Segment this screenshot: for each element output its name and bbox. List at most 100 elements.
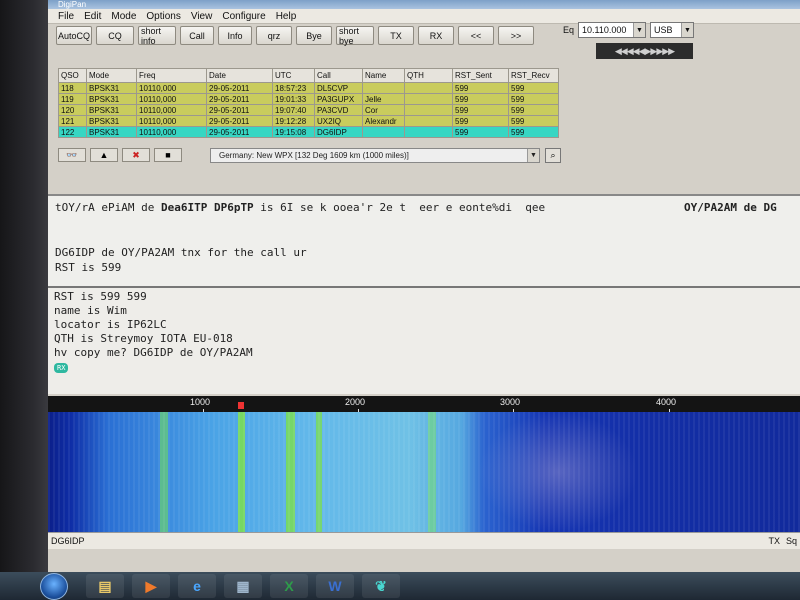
word-icon: W — [328, 578, 342, 594]
sideband-value: USB — [654, 25, 673, 35]
chevron-down-icon: ▼ — [633, 23, 646, 37]
menu-mode[interactable]: Mode — [111, 11, 136, 22]
binoculars-button[interactable]: 👓 — [58, 148, 86, 162]
transmit-text-pane[interactable]: RST is 599 599 name is Wim locator is IP… — [48, 286, 800, 394]
screen-reflection — [478, 412, 638, 532]
frequency-select[interactable]: 10.110.000 ▼ — [578, 22, 647, 38]
table-cell: 122 — [58, 126, 87, 138]
table-cell — [404, 126, 453, 138]
menu-file[interactable]: File — [58, 11, 74, 22]
new-entry-icon: ▲ — [99, 150, 109, 160]
qrz-button[interactable]: qrz — [256, 26, 292, 45]
next-button[interactable]: >> — [498, 26, 534, 45]
table-cell: 19:15:08 — [272, 126, 315, 138]
col-mode[interactable]: Mode — [86, 68, 137, 83]
media-taskbar-button[interactable]: ▶ — [132, 574, 170, 598]
table-row[interactable]: 118 BPSK31 10110,000 29-05-2011 18:57:23… — [58, 82, 559, 94]
word-taskbar-button[interactable]: W — [316, 574, 354, 598]
table-cell: 599 — [452, 104, 509, 116]
short-info-button[interactable]: short info — [138, 26, 176, 46]
info-button[interactable]: Info — [218, 26, 252, 45]
col-qso[interactable]: QSO — [58, 68, 87, 83]
table-cell: 19:07:40 — [272, 104, 315, 116]
folder-icon: ▤ — [98, 577, 112, 594]
receive-text-pane[interactable]: tOY/rA ePiAM de Dea6ITP DP6pTP is 6I se … — [48, 194, 800, 286]
status-right: TX Sq — [768, 533, 800, 549]
table-cell: 121 — [58, 115, 87, 127]
eq-label: Eq — [563, 25, 575, 35]
table-cell: 599 — [452, 115, 509, 127]
menu-edit[interactable]: Edit — [84, 11, 101, 22]
tx-line-3: locator is IP62LC — [54, 318, 167, 331]
rx-switch-tag[interactable]: RX — [54, 363, 69, 373]
table-cell — [404, 82, 453, 94]
table-cell: BPSK31 — [86, 104, 137, 116]
delete-button[interactable]: ✖ — [122, 148, 150, 162]
table-cell: 29-05-2011 — [206, 93, 273, 105]
save-button[interactable]: ■ — [154, 148, 182, 162]
call-button[interactable]: Call — [180, 26, 214, 45]
col-date[interactable]: Date — [206, 68, 273, 83]
network-taskbar-button[interactable]: ▦ — [224, 574, 262, 598]
col-call[interactable]: Call — [314, 68, 363, 83]
short-bye-button[interactable]: short bye — [336, 26, 374, 46]
tx-line-4: QTH is Streymoy IOTA EU-018 — [54, 332, 233, 345]
menu-configure[interactable]: Configure — [222, 11, 265, 22]
network-icon: ▦ — [236, 577, 250, 594]
ie-taskbar-button[interactable]: e — [178, 574, 216, 598]
tx-line-2: name is Wim — [54, 304, 127, 317]
table-row-current[interactable]: 122 BPSK31 10110,000 29-05-2011 19:15:08… — [58, 126, 559, 138]
sideband-select[interactable]: USB ▼ — [650, 22, 695, 38]
excel-taskbar-button[interactable]: X — [270, 574, 308, 598]
table-row[interactable]: 119 BPSK31 10110,000 29-05-2011 19:01:33… — [58, 93, 559, 105]
menu-options[interactable]: Options — [146, 11, 180, 22]
tx-button[interactable]: TX — [378, 26, 414, 45]
cq-button[interactable]: CQ — [96, 26, 134, 45]
noise-texture — [48, 412, 800, 532]
tuning-arrows[interactable]: ◀◀◀◀◀▶▶▶▶▶ — [596, 43, 693, 59]
prev-button[interactable]: << — [458, 26, 494, 45]
table-cell: 599 — [452, 82, 509, 94]
lookup-button[interactable]: ⌕ — [545, 148, 561, 163]
table-cell: Alexandr — [362, 115, 405, 127]
menu-view[interactable]: View — [191, 11, 213, 22]
table-cell: 599 — [508, 104, 559, 116]
col-rst-sent[interactable]: RST_Sent — [452, 68, 509, 83]
country-lookup-select[interactable]: Germany: New WPX [132 Deg 1609 km (1000 … — [210, 148, 540, 163]
col-utc[interactable]: UTC — [272, 68, 315, 83]
table-cell: PA3CVD — [314, 104, 363, 116]
col-freq[interactable]: Freq — [136, 68, 207, 83]
table-cell: PA3GUPX — [314, 93, 363, 105]
table-cell: 599 — [508, 115, 559, 127]
table-cell: 10110,000 — [136, 82, 207, 94]
table-cell: 10110,000 — [136, 93, 207, 105]
col-rst-recv[interactable]: RST_Recv — [508, 68, 559, 83]
media-player-icon: ▶ — [145, 577, 157, 594]
table-header-row: QSO Mode Freq Date UTC Call Name QTH RST… — [58, 68, 559, 83]
explorer-taskbar-button[interactable]: ▤ — [86, 574, 124, 598]
table-cell: 19:12:28 — [272, 115, 315, 127]
chevron-down-icon: ▼ — [681, 23, 694, 37]
table-row[interactable]: 121 BPSK31 10110,000 29-05-2011 19:12:28… — [58, 115, 559, 127]
new-entry-button[interactable]: ▲ — [90, 148, 118, 162]
table-row[interactable]: 120 BPSK31 10110,000 29-05-2011 19:07:40… — [58, 104, 559, 116]
table-cell: 119 — [58, 93, 87, 105]
delete-icon: ✖ — [132, 149, 140, 160]
col-name[interactable]: Name — [362, 68, 405, 83]
table-cell: 18:57:23 — [272, 82, 315, 94]
table-cell — [362, 126, 405, 138]
chevron-down-icon: ▼ — [527, 149, 539, 162]
table-cell — [404, 93, 453, 105]
table-cell: 19:01:33 — [272, 93, 315, 105]
col-qth[interactable]: QTH — [404, 68, 453, 83]
rx-button[interactable]: RX — [418, 26, 454, 45]
menu-help[interactable]: Help — [276, 11, 297, 22]
autocq-button[interactable]: AutoCQ — [56, 26, 92, 45]
bye-button[interactable]: Bye — [296, 26, 332, 45]
digipan-taskbar-button[interactable]: ❦ — [362, 574, 400, 598]
waterfall-display[interactable] — [48, 412, 800, 532]
save-icon: ■ — [165, 150, 171, 160]
tuning-marker[interactable] — [238, 402, 244, 409]
status-tx: TX — [768, 536, 780, 546]
windows-start-button[interactable] — [40, 573, 68, 600]
